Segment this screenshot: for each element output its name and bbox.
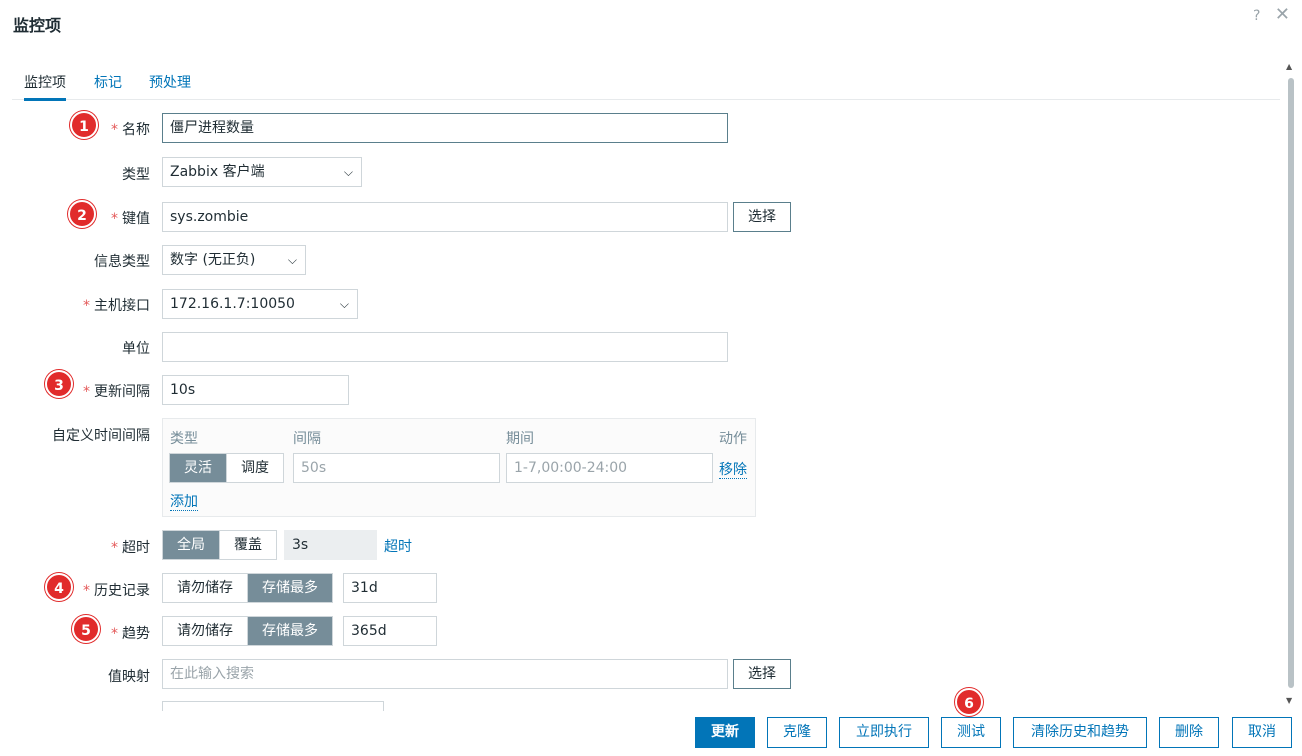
trends-label: * 趋势 (111, 626, 150, 642)
tab-bar: 监控项 标记 预处理 (12, 70, 1280, 101)
type-select[interactable]: Zabbix 客户端 ⌵ (162, 157, 362, 187)
custom-period-input[interactable]: 1-7,00:00-24:00 (506, 453, 713, 483)
toggle-do-not-store[interactable]: 请勿储存 (163, 574, 247, 602)
chevron-down-icon: ⌵ (343, 165, 353, 179)
window-title: 监控项 (13, 16, 62, 35)
host-interface-label: * 主机接口 (83, 298, 150, 314)
toggle-do-not-store[interactable]: 请勿储存 (163, 617, 247, 645)
update-interval-input[interactable]: 10s (162, 375, 349, 405)
custom-intervals-table: 类型 间隔 期间 动作 灵活 调度 50s 1-7,00:00-24:00 移除… (162, 418, 756, 517)
clear-history-button[interactable]: 清除历史和趋势 (1013, 717, 1147, 748)
toggle-scheduling[interactable]: 调度 (226, 454, 283, 482)
help-icon[interactable]: ? (1253, 8, 1260, 24)
toggle-store-up-to[interactable]: 存储最多 (247, 574, 332, 602)
units-input[interactable] (162, 332, 728, 362)
close-icon[interactable]: ✕ (1275, 4, 1290, 25)
history-toggle: 请勿储存 存储最多 (162, 573, 333, 603)
add-link[interactable]: 添加 (170, 491, 198, 511)
remove-link[interactable]: 移除 (719, 459, 747, 479)
chevron-down-icon: ⌵ (339, 297, 349, 311)
value-map-label: 值映射 (108, 669, 150, 685)
chevron-down-icon: ⌵ (287, 253, 297, 267)
col-header-type: 类型 (170, 431, 198, 447)
scroll-down-icon[interactable]: ▼ (1286, 696, 1292, 705)
cancel-button[interactable]: 取消 (1232, 717, 1292, 748)
history-input[interactable]: 31d (343, 573, 437, 603)
update-interval-label: * 更新间隔 (83, 384, 150, 400)
custom-interval-input[interactable]: 50s (293, 453, 500, 483)
toggle-flexible[interactable]: 灵活 (170, 454, 226, 482)
test-button[interactable]: 测试 (941, 717, 1001, 748)
col-header-action: 动作 (719, 431, 747, 447)
scrollbar-thumb[interactable] (1288, 78, 1294, 688)
timeout-input: 3s (284, 530, 377, 560)
name-label: * 名称 (111, 122, 150, 138)
timeout-label: * 超时 (111, 540, 150, 556)
history-label: * 历史记录 (83, 583, 150, 599)
key-select-button[interactable]: 选择 (733, 202, 791, 232)
interval-type-toggle: 灵活 调度 (169, 453, 284, 483)
toggle-store-up-to[interactable]: 存储最多 (247, 617, 332, 645)
timeout-link[interactable]: 超时 (384, 536, 412, 556)
trends-input[interactable]: 365d (343, 616, 437, 646)
timeout-toggle: 全局 覆盖 (162, 530, 277, 560)
info-type-label: 信息类型 (94, 254, 150, 270)
type-label: 类型 (122, 167, 150, 183)
tab-item[interactable]: 监控项 (24, 72, 66, 101)
update-button[interactable]: 更新 (695, 717, 755, 748)
col-header-period: 期间 (506, 431, 534, 447)
scrollbar[interactable]: ▲ ▼ (1286, 62, 1294, 710)
scroll-up-icon[interactable]: ▲ (1286, 62, 1292, 71)
info-type-select[interactable]: 数字 (无正负) ⌵ (162, 245, 306, 275)
footer-bar: 6 更新 克隆 立即执行 测试 清除历史和趋势 删除 取消 (0, 688, 1302, 756)
trends-toggle: 请勿储存 存储最多 (162, 616, 333, 646)
clone-button[interactable]: 克隆 (767, 717, 827, 748)
step-badge-6: 6 (955, 688, 983, 716)
value-map-select-button[interactable]: 选择 (733, 659, 791, 689)
delete-button[interactable]: 删除 (1159, 717, 1219, 748)
custom-intervals-label: 自定义时间间隔 (52, 428, 150, 444)
col-header-interval: 间隔 (293, 431, 321, 447)
tab-tags[interactable]: 标记 (94, 72, 122, 92)
toggle-global[interactable]: 全局 (163, 531, 219, 559)
units-label: 单位 (122, 341, 150, 357)
toggle-override[interactable]: 覆盖 (219, 531, 276, 559)
key-input[interactable]: sys.zombie (162, 202, 728, 232)
value-map-input[interactable]: 在此输入搜索 (162, 659, 728, 689)
name-input[interactable]: 僵尸进程数量 (162, 113, 728, 143)
key-label: * 键值 (111, 211, 150, 227)
host-interface-select[interactable]: 172.16.1.7:10050 ⌵ (162, 289, 358, 319)
execute-now-button[interactable]: 立即执行 (839, 717, 929, 748)
header-icons: ? ✕ (1243, 4, 1290, 25)
tab-preprocessing[interactable]: 预处理 (149, 72, 191, 92)
